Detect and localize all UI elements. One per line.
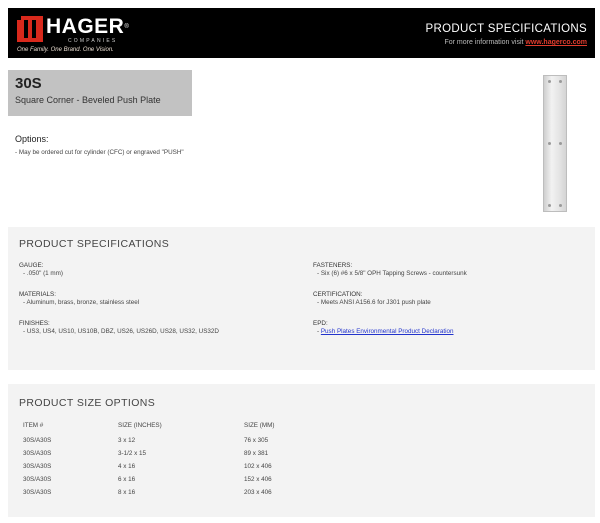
finishes-label: FINISHES: (19, 320, 50, 327)
size-options-heading: PRODUCT SIZE OPTIONS (19, 397, 156, 409)
website-link[interactable]: www.hagerco.com (525, 39, 587, 46)
screw-hole-icon (548, 142, 551, 145)
specifications-heading: PRODUCT SPECIFICATIONS (19, 238, 170, 250)
screw-hole-icon (548, 204, 551, 207)
inches-cell: 3 x 12 (118, 437, 136, 444)
screw-hole-icon (559, 204, 562, 207)
screw-hole-icon (559, 142, 562, 145)
fasteners-label: FASTENERS: (313, 262, 353, 269)
item-cell: 30S/A30S (23, 437, 52, 444)
item-cell: 30S/A30S (23, 476, 52, 483)
column-header-mm: SIZE (MM) (244, 422, 275, 429)
materials-value: - Aluminum, brass, bronze, stainless ste… (23, 299, 140, 306)
more-info-text: For more information visit www.hagerco.c… (444, 39, 587, 46)
certification-label: CERTIFICATION: (313, 291, 363, 298)
product-title-box: 30S Square Corner - Beveled Push Plate (8, 70, 192, 116)
hager-logo-icon (17, 16, 43, 42)
item-cell: 30S/A30S (23, 463, 52, 470)
materials-label: MATERIALS: (19, 291, 56, 298)
screw-hole-icon (548, 80, 551, 83)
mm-cell: 102 x 406 (244, 463, 272, 470)
size-options-panel: PRODUCT SIZE OPTIONS ITEM # SIZE (INCHES… (8, 384, 595, 517)
brand-subtitle: COMPANIES (68, 38, 118, 44)
mm-cell: 76 x 305 (244, 437, 269, 444)
finishes-value: - US3, US4, US10, US10B, DBZ, US26, US26… (23, 328, 219, 335)
mm-cell: 152 x 406 (244, 476, 272, 483)
inches-cell: 6 x 16 (118, 476, 136, 483)
mm-cell: 203 x 406 (244, 489, 272, 496)
column-header-item: ITEM # (23, 422, 44, 429)
item-cell: 30S/A30S (23, 450, 52, 457)
column-header-inches: SIZE (INCHES) (118, 422, 162, 429)
options-heading: Options: (15, 134, 49, 144)
inches-cell: 8 x 16 (118, 489, 136, 496)
push-plate-image (543, 75, 567, 212)
epd-link[interactable]: Push Plates Environmental Product Declar… (321, 328, 454, 335)
product-description: Square Corner - Beveled Push Plate (15, 95, 161, 105)
brand-name: HAGER® (46, 15, 130, 38)
options-line: - May be ordered cut for cylinder (CFC) … (15, 149, 184, 156)
epd-value: - Push Plates Environmental Product Decl… (317, 328, 454, 335)
product-code: 30S (15, 75, 42, 92)
specifications-panel: PRODUCT SPECIFICATIONS GAUGE: - .050" (1… (8, 227, 595, 370)
screw-hole-icon (559, 80, 562, 83)
brand-tagline: One Family. One Brand. One Vision. (17, 47, 114, 53)
item-cell: 30S/A30S (23, 489, 52, 496)
epd-label: EPD: (313, 320, 328, 327)
gauge-label: GAUGE: (19, 262, 44, 269)
inches-cell: 4 x 16 (118, 463, 136, 470)
certification-value: - Meets ANSI A156.6 for J301 push plate (317, 299, 431, 306)
mm-cell: 89 x 381 (244, 450, 269, 457)
header-bar: HAGER® COMPANIES One Family. One Brand. … (8, 8, 595, 58)
fasteners-value: - Six (6) #6 x 5/8" OPH Tapping Screws -… (317, 270, 467, 277)
page-title: PRODUCT SPECIFICATIONS (425, 23, 587, 35)
gauge-value: - .050" (1 mm) (23, 270, 64, 277)
inches-cell: 3-1/2 x 15 (118, 450, 147, 457)
